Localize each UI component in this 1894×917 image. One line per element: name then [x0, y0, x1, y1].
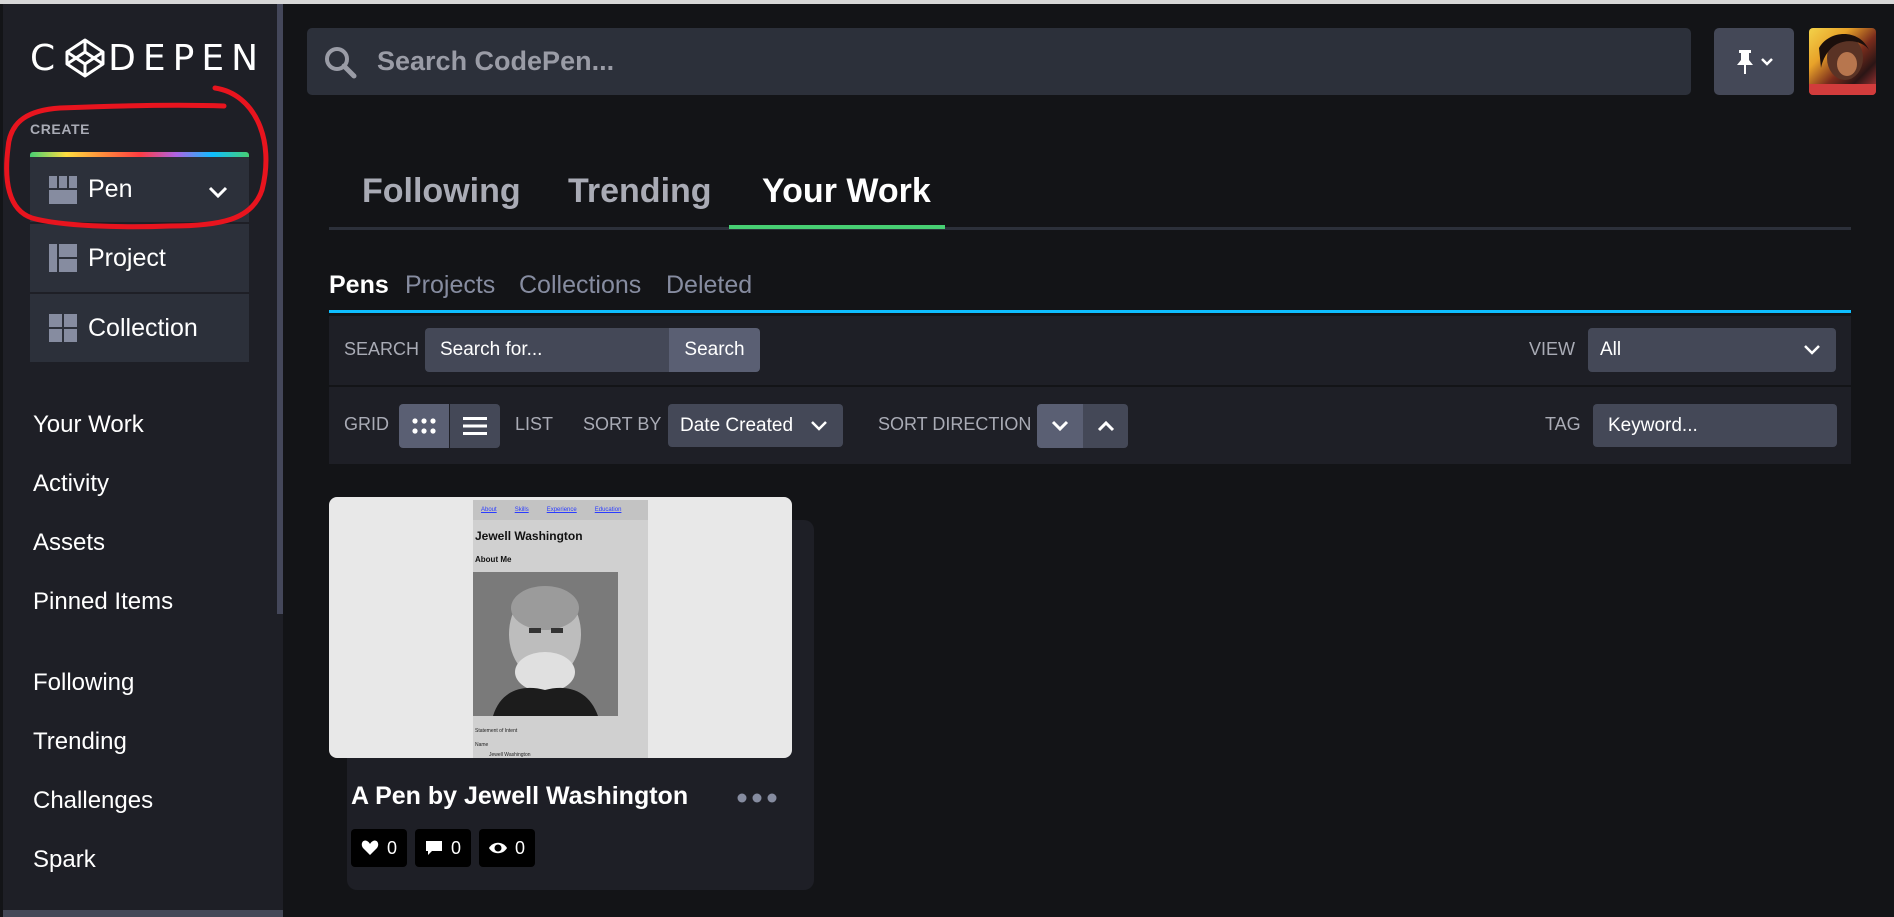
preview-nav-education: Education — [594, 507, 622, 513]
logo-letter-c: C — [30, 37, 63, 79]
pinned-items-button[interactable] — [1714, 28, 1794, 95]
more-options-icon[interactable] — [736, 788, 778, 808]
sort-by-select[interactable]: Date Created — [668, 404, 843, 447]
view-select-value: All — [1600, 339, 1622, 360]
sidebar-item-your-work[interactable]: Your Work — [33, 410, 173, 469]
search-filter-label: SEARCH — [344, 339, 420, 359]
user-avatar[interactable] — [1809, 28, 1876, 95]
pen-title[interactable]: A Pen by Jewell Washington — [351, 782, 688, 811]
create-collection-button[interactable]: Collection — [30, 294, 249, 364]
pushpin-icon — [1737, 49, 1753, 74]
subtab-pens[interactable]: Pens — [329, 271, 389, 300]
subtab-collections[interactable]: Collections — [519, 271, 641, 300]
search-icon — [325, 46, 357, 78]
tag-keyword-input[interactable] — [1593, 404, 1837, 447]
global-search-input[interactable] — [377, 46, 1691, 77]
preview-nav: About Skills Experience Education — [473, 500, 648, 520]
portrait-photo — [473, 572, 618, 716]
sort-by-value: Date Created — [680, 414, 794, 436]
sidebar-item-activity[interactable]: Activity — [33, 469, 173, 528]
filter-bar-sort: GRID LIST SORT BY Date Created SORT DIRE… — [329, 387, 1851, 464]
sidebar-item-following[interactable]: Following — [33, 668, 153, 727]
sidebar-nav-secondary: Following Trending Challenges Spark — [33, 668, 153, 904]
main-tabs: Following Trending Your Work — [329, 150, 1851, 230]
collection-grid-icon — [49, 314, 77, 342]
views-button[interactable]: 0 — [479, 829, 536, 867]
chevron-down-icon — [1804, 345, 1820, 355]
preview-page: About Skills Experience Education Jewell… — [473, 500, 648, 758]
sidebar-item-assets[interactable]: Assets — [33, 528, 173, 587]
preview-portrait-image — [473, 572, 618, 716]
preview-footer-2: Name — [475, 742, 489, 748]
sidebar-item-pinned-items[interactable]: Pinned Items — [33, 587, 173, 646]
heart-icon — [361, 840, 379, 855]
project-layout-icon — [49, 244, 77, 272]
grid-label: GRID — [344, 414, 389, 434]
active-tab-indicator — [729, 225, 945, 229]
view-select[interactable]: All — [1588, 328, 1836, 372]
pen-search-button[interactable]: Search — [669, 328, 760, 372]
sort-descending-button[interactable] — [1037, 404, 1083, 448]
sidebar-item-trending[interactable]: Trending — [33, 727, 153, 786]
preview-nav-experience: Experience — [546, 507, 577, 513]
pen-stats: 0 0 0 — [351, 829, 536, 867]
comment-icon — [426, 841, 443, 855]
pen-grid-icon — [49, 175, 77, 204]
sidebar-nav-primary: Your Work Activity Assets Pinned Items — [33, 410, 173, 646]
pen-search-input[interactable] — [425, 328, 669, 372]
list-lines-icon — [463, 417, 487, 435]
create-pen-button[interactable]: Pen — [30, 157, 249, 224]
sidebar-item-spark[interactable]: Spark — [33, 845, 153, 904]
views-count: 0 — [515, 837, 526, 858]
create-project-label: Project — [88, 243, 166, 272]
preview-footer-3: Jewell Washington — [489, 752, 531, 758]
comments-count: 0 — [451, 837, 462, 858]
create-label: CREATE — [30, 121, 91, 137]
tab-your-work[interactable]: Your Work — [762, 172, 931, 211]
preview-nav-about: About — [481, 507, 497, 513]
grid-view-button[interactable] — [399, 404, 449, 448]
grid-dots-icon — [412, 418, 436, 434]
sort-by-label: SORT BY — [583, 414, 662, 434]
subtab-deleted[interactable]: Deleted — [666, 271, 752, 300]
create-project-button[interactable]: Project — [30, 224, 249, 294]
browser-top-edge — [0, 0, 1894, 4]
sidebar-scrollbar[interactable] — [277, 4, 283, 614]
preview-footer-1: Statement of Intent — [475, 728, 518, 734]
global-search-bar[interactable] — [307, 28, 1691, 95]
preview-subheading: About Me — [475, 555, 512, 564]
sidebar-bottom-bar — [3, 910, 283, 917]
list-view-button[interactable] — [450, 404, 500, 448]
sort-ascending-button[interactable] — [1083, 404, 1128, 448]
chevron-down-icon[interactable] — [207, 181, 229, 203]
view-label: VIEW — [1529, 339, 1576, 359]
comments-button[interactable]: 0 — [415, 829, 472, 867]
preview-heading: Jewell Washington — [475, 529, 583, 543]
chevron-down-icon — [811, 420, 827, 431]
codepen-logo[interactable]: C DEPEN — [30, 37, 265, 79]
codepen-cube-icon — [65, 38, 105, 78]
eye-icon — [489, 842, 508, 854]
sidebar-item-challenges[interactable]: Challenges — [33, 786, 153, 845]
likes-count: 0 — [387, 837, 398, 858]
chevron-down-icon — [1051, 420, 1069, 432]
likes-button[interactable]: 0 — [351, 829, 408, 867]
list-label: LIST — [515, 414, 554, 434]
subtab-projects[interactable]: Projects — [405, 271, 495, 300]
create-collection-label: Collection — [88, 313, 198, 342]
chevron-up-icon — [1097, 420, 1114, 432]
filter-bar-search: SEARCH Search VIEW All — [329, 316, 1851, 385]
tag-label: TAG — [1545, 414, 1581, 434]
sort-direction-label: SORT DIRECTION — [878, 414, 1032, 434]
avatar-image — [1809, 34, 1876, 95]
chevron-down-icon — [1761, 57, 1773, 66]
preview-nav-skills: Skills — [514, 507, 529, 513]
sub-tabs: Pens Projects Collections Deleted — [329, 267, 1851, 313]
create-menu: Pen Project Collection — [30, 152, 249, 364]
tab-trending[interactable]: Trending — [568, 172, 712, 211]
tab-following[interactable]: Following — [362, 172, 521, 211]
logo-letters: DEPEN — [108, 37, 265, 79]
pen-preview-thumbnail[interactable]: About Skills Experience Education Jewell… — [329, 497, 792, 758]
create-pen-label: Pen — [88, 175, 133, 203]
